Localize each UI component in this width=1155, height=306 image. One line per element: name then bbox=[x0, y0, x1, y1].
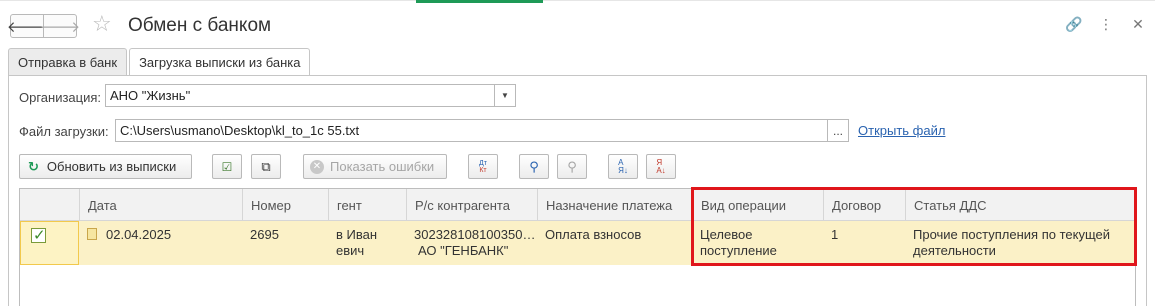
top-strip bbox=[0, 0, 1155, 4]
row-check-cell[interactable]: ✓ bbox=[20, 221, 79, 265]
column-header-purpose[interactable]: Назначение платежа bbox=[537, 189, 692, 221]
agent-line-2: евич bbox=[336, 243, 365, 258]
org-dropdown-button[interactable]: ▼ bbox=[494, 84, 516, 107]
file-browse-button[interactable]: ... bbox=[827, 119, 849, 142]
window-controls: 🔗 ⋮ ✕ bbox=[1065, 16, 1147, 33]
refresh-label: Обновить из выписки bbox=[46, 159, 177, 174]
refresh-from-statement-button[interactable]: ↻ Обновить из выписки bbox=[19, 154, 192, 179]
column-header-check bbox=[20, 189, 79, 221]
row-checkbox[interactable]: ✓ bbox=[31, 227, 46, 244]
column-header-agent[interactable]: гент bbox=[328, 189, 406, 221]
org-field[interactable]: АНО "Жизнь" bbox=[105, 84, 495, 107]
copy-icon: ⧉ bbox=[261, 158, 271, 174]
refresh-icon: ↻ bbox=[28, 158, 39, 174]
dt-kt-icon: Дт Кт bbox=[479, 159, 487, 174]
back-button[interactable]: 🡐 bbox=[7, 14, 47, 38]
tab-load-statement[interactable]: Загрузка выписки из банка bbox=[129, 48, 311, 76]
checkmark-icon: ✓ bbox=[33, 227, 46, 244]
close-icon[interactable]: ✕ bbox=[1129, 16, 1147, 33]
forward-button[interactable]: 🡒 bbox=[39, 14, 81, 38]
page-title: Обмен с банком bbox=[128, 15, 272, 36]
cell-agent: в Иван евич bbox=[328, 221, 406, 265]
error-icon: ✕ bbox=[310, 159, 324, 174]
file-path-field[interactable]: C:\Users\usmano\Desktop\kl_to_1c 55.txt bbox=[115, 119, 828, 142]
arrow-right-icon: 🡒 bbox=[39, 18, 81, 36]
column-header-account[interactable]: Р/с контрагента bbox=[406, 189, 537, 221]
chevron-down-icon: ▼ bbox=[501, 91, 509, 100]
link-icon[interactable]: 🔗 bbox=[1065, 16, 1083, 33]
document-icon bbox=[87, 228, 97, 240]
find-disabled-icon: ⚲ bbox=[567, 158, 577, 174]
sort-asc-icon: А Я↓ bbox=[618, 157, 628, 175]
dt-kt-button[interactable]: Дт Кт bbox=[468, 154, 498, 179]
more-icon[interactable]: ⋮ bbox=[1097, 16, 1115, 33]
column-header-number[interactable]: Номер bbox=[242, 189, 328, 221]
star-icon[interactable]: ☆ bbox=[92, 11, 112, 37]
date-value: 02.04.2025 bbox=[106, 227, 172, 242]
cell-purpose: Оплата взносов bbox=[545, 227, 642, 242]
cell-account: 302328108100350… АО "ГЕНБАНК" bbox=[406, 221, 537, 265]
check-all-button[interactable]: ☑ bbox=[212, 154, 242, 179]
agent-line-1: в Иван bbox=[336, 227, 378, 242]
show-errors-label: Показать ошибки bbox=[330, 159, 435, 174]
tab-strip: Отправка в банк Загрузка выписки из банк… bbox=[8, 48, 312, 76]
copy-button[interactable]: ⧉ bbox=[251, 154, 281, 179]
title-bar: 🡐 🡒 ☆ Обмен с банком 🔗 ⋮ ✕ bbox=[0, 6, 1155, 44]
sort-desc-button[interactable]: Я А↓ bbox=[646, 154, 676, 179]
account-line-2: АО "ГЕНБАНК" bbox=[418, 243, 509, 258]
org-label: Организация: bbox=[19, 90, 102, 105]
account-line-1: 302328108100350… bbox=[414, 227, 536, 242]
sort-desc-icon: Я А↓ bbox=[656, 157, 666, 175]
tab-send-to-bank[interactable]: Отправка в банк bbox=[8, 48, 128, 75]
file-label: Файл загрузки: bbox=[19, 124, 109, 139]
column-header-date[interactable]: Дата bbox=[79, 189, 242, 221]
show-errors-button[interactable]: ✕ Показать ошибки bbox=[303, 154, 447, 179]
find-button[interactable]: ⚲ bbox=[519, 154, 549, 179]
open-file-link[interactable]: Открыть файл bbox=[858, 123, 945, 138]
highlight-box bbox=[691, 187, 1137, 266]
sort-asc-button[interactable]: А Я↓ bbox=[608, 154, 638, 179]
cell-date: 02.04.2025 bbox=[79, 221, 242, 265]
find-disabled-button[interactable]: ⚲ bbox=[557, 154, 587, 179]
check-all-icon: ☑ bbox=[221, 159, 233, 174]
cell-number: 2695 bbox=[250, 227, 279, 242]
find-icon: ⚲ bbox=[529, 158, 539, 174]
